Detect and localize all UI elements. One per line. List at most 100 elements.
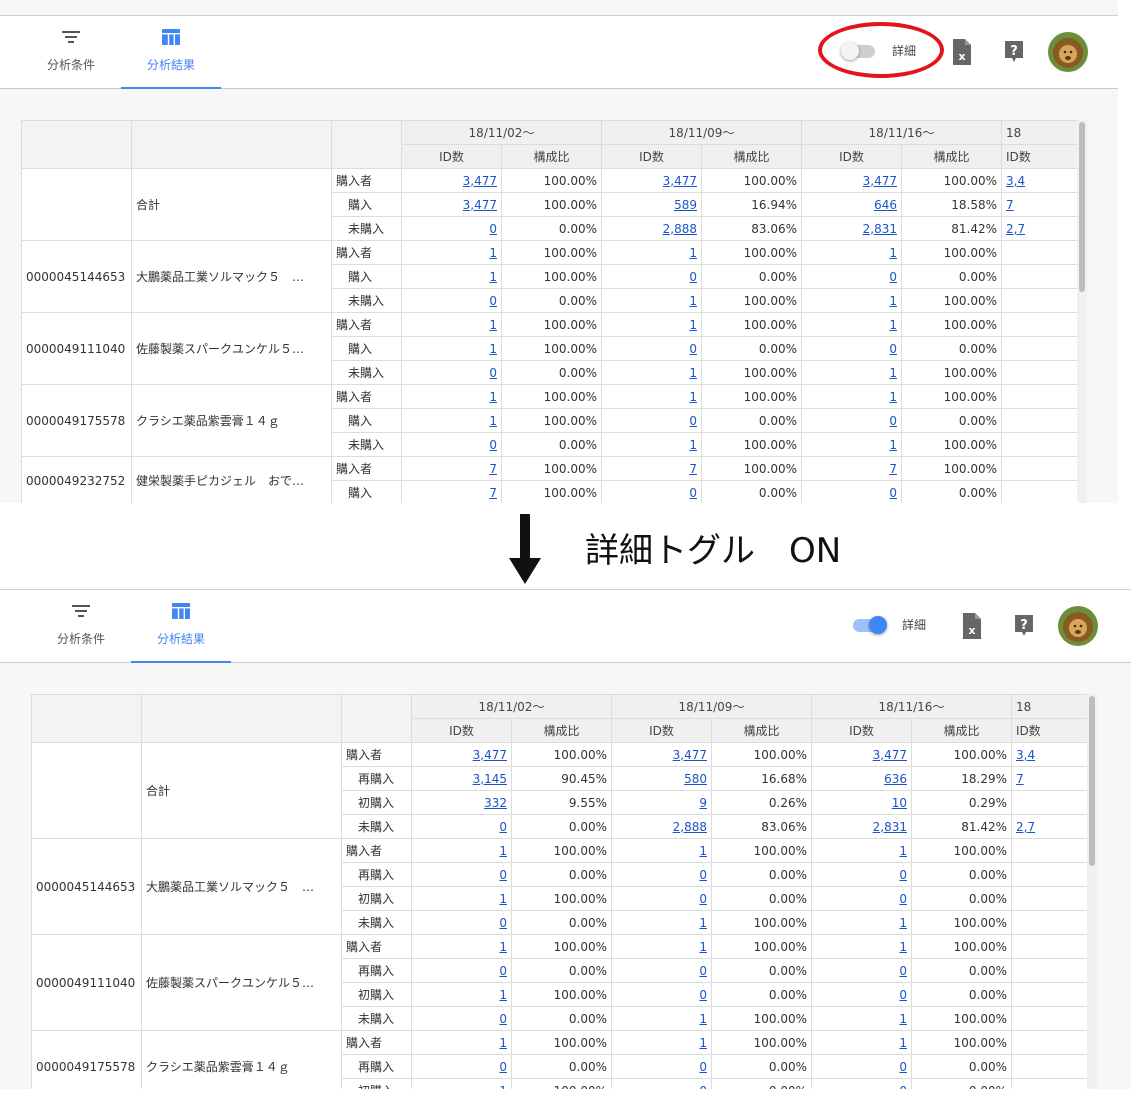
id-count-cell[interactable]: 3,477	[411, 742, 512, 767]
id-count-cell[interactable]: 1	[611, 1006, 712, 1031]
id-count-cell[interactable]	[1011, 862, 1097, 887]
help-icon[interactable]: ?	[1003, 40, 1025, 64]
id-count-cell[interactable]: 1	[411, 886, 512, 911]
id-count-link[interactable]: 0	[689, 414, 697, 428]
excel-export-icon[interactable]: x	[951, 38, 973, 66]
id-count-link[interactable]: 9	[699, 796, 707, 810]
id-count-cell[interactable]	[1011, 982, 1097, 1007]
id-count-link[interactable]: 0	[499, 868, 507, 882]
id-count-cell[interactable]: 1	[801, 288, 902, 313]
id-count-link[interactable]: 1	[899, 844, 907, 858]
id-count-link[interactable]: 580	[684, 772, 707, 786]
id-count-cell[interactable]: 7	[401, 456, 502, 481]
id-count-cell[interactable]: 332	[411, 790, 512, 815]
id-count-cell[interactable]	[1001, 312, 1087, 337]
id-count-link[interactable]: 0	[499, 1060, 507, 1074]
id-count-cell[interactable]: 10	[811, 790, 912, 815]
detail-toggle[interactable]	[851, 616, 887, 634]
id-count-cell[interactable]	[1001, 408, 1087, 433]
id-count-link[interactable]: 646	[874, 198, 897, 212]
id-count-cell[interactable]: 3,145	[411, 766, 512, 791]
results-table-wrap[interactable]: 18/11/02～ 18/11/09～ 18/11/16～ 18 ID数 構成比…	[31, 694, 1097, 1089]
id-count-link[interactable]: 0	[889, 414, 897, 428]
id-count-cell[interactable]: 1	[801, 240, 902, 265]
id-count-link[interactable]: 1	[499, 988, 507, 1002]
id-count-cell[interactable]: 0	[601, 408, 702, 433]
id-count-link[interactable]: 3,145	[473, 772, 507, 786]
id-count-link[interactable]: 3,4	[1006, 174, 1025, 188]
id-count-link[interactable]: 0	[899, 1084, 907, 1090]
id-count-cell[interactable]: 1	[611, 910, 712, 935]
id-count-link[interactable]: 0	[489, 294, 497, 308]
id-count-cell[interactable]: 3,4	[1011, 742, 1097, 767]
id-count-cell[interactable]: 1	[411, 934, 512, 959]
id-count-cell[interactable]: 0	[401, 216, 502, 241]
id-count-cell[interactable]	[1001, 360, 1087, 385]
id-count-cell[interactable]: 3,477	[801, 168, 902, 193]
id-count-link[interactable]: 2,7	[1016, 820, 1035, 834]
user-avatar[interactable]	[1048, 32, 1088, 72]
id-count-cell[interactable]: 3,477	[811, 742, 912, 767]
id-count-link[interactable]: 3,4	[1016, 748, 1035, 762]
id-count-cell[interactable]: 0	[611, 886, 712, 911]
id-count-link[interactable]: 1	[489, 270, 497, 284]
id-count-cell[interactable]: 1	[801, 384, 902, 409]
id-count-cell[interactable]: 1	[811, 910, 912, 935]
id-count-cell[interactable]: 2,888	[611, 814, 712, 839]
id-count-cell[interactable]: 1	[401, 384, 502, 409]
id-count-cell[interactable]: 0	[801, 336, 902, 361]
id-count-cell[interactable]	[1001, 288, 1087, 313]
id-count-cell[interactable]: 589	[601, 192, 702, 217]
id-count-cell[interactable]: 0	[611, 958, 712, 983]
id-count-cell[interactable]: 1	[601, 240, 702, 265]
id-count-link[interactable]: 1	[889, 366, 897, 380]
id-count-cell[interactable]: 1	[601, 312, 702, 337]
id-count-cell[interactable]: 1	[811, 1006, 912, 1031]
id-count-cell[interactable]: 0	[601, 264, 702, 289]
id-count-link[interactable]: 7	[489, 462, 497, 476]
id-count-cell[interactable]	[1011, 910, 1097, 935]
id-count-cell[interactable]: 1	[811, 934, 912, 959]
id-count-cell[interactable]: 2,7	[1011, 814, 1097, 839]
id-count-link[interactable]: 2,831	[863, 222, 897, 236]
id-count-cell[interactable]: 1	[801, 312, 902, 337]
id-count-link[interactable]: 636	[884, 772, 907, 786]
id-count-link[interactable]: 0	[889, 270, 897, 284]
id-count-link[interactable]: 0	[899, 892, 907, 906]
id-count-cell[interactable]: 636	[811, 766, 912, 791]
id-count-link[interactable]: 0	[899, 964, 907, 978]
id-count-link[interactable]: 589	[674, 198, 697, 212]
id-count-cell[interactable]: 0	[411, 1054, 512, 1079]
id-count-cell[interactable]	[1011, 934, 1097, 959]
id-count-link[interactable]: 1	[889, 246, 897, 260]
id-count-link[interactable]: 3,477	[663, 174, 697, 188]
help-icon[interactable]: ?	[1013, 614, 1035, 638]
id-count-link[interactable]: 0	[699, 868, 707, 882]
id-count-cell[interactable]	[1011, 1078, 1097, 1089]
id-count-link[interactable]: 1	[489, 318, 497, 332]
id-count-link[interactable]: 1	[699, 940, 707, 954]
id-count-cell[interactable]: 1	[601, 360, 702, 385]
id-count-cell[interactable]: 3,477	[601, 168, 702, 193]
id-count-cell[interactable]: 1	[401, 240, 502, 265]
id-count-link[interactable]: 1	[899, 1012, 907, 1026]
id-count-cell[interactable]	[1011, 1054, 1097, 1079]
id-count-link[interactable]: 1	[689, 390, 697, 404]
id-count-cell[interactable]: 1	[601, 288, 702, 313]
id-count-cell[interactable]	[1011, 1030, 1097, 1055]
id-count-link[interactable]: 7	[689, 462, 697, 476]
id-count-cell[interactable]	[1001, 456, 1087, 481]
id-count-cell[interactable]: 1	[601, 384, 702, 409]
id-count-link[interactable]: 7	[1006, 198, 1014, 212]
id-count-cell[interactable]: 2,831	[801, 216, 902, 241]
id-count-cell[interactable]: 0	[811, 1078, 912, 1090]
id-count-link[interactable]: 3,477	[863, 174, 897, 188]
id-count-link[interactable]: 0	[499, 1012, 507, 1026]
id-count-link[interactable]: 0	[899, 1060, 907, 1074]
id-count-link[interactable]: 3,477	[463, 198, 497, 212]
id-count-link[interactable]: 1	[899, 916, 907, 930]
id-count-cell[interactable]: 1	[611, 1030, 712, 1055]
id-count-cell[interactable]: 1	[801, 432, 902, 457]
vertical-scrollbar[interactable]	[1087, 694, 1097, 1089]
id-count-link[interactable]: 0	[899, 988, 907, 1002]
